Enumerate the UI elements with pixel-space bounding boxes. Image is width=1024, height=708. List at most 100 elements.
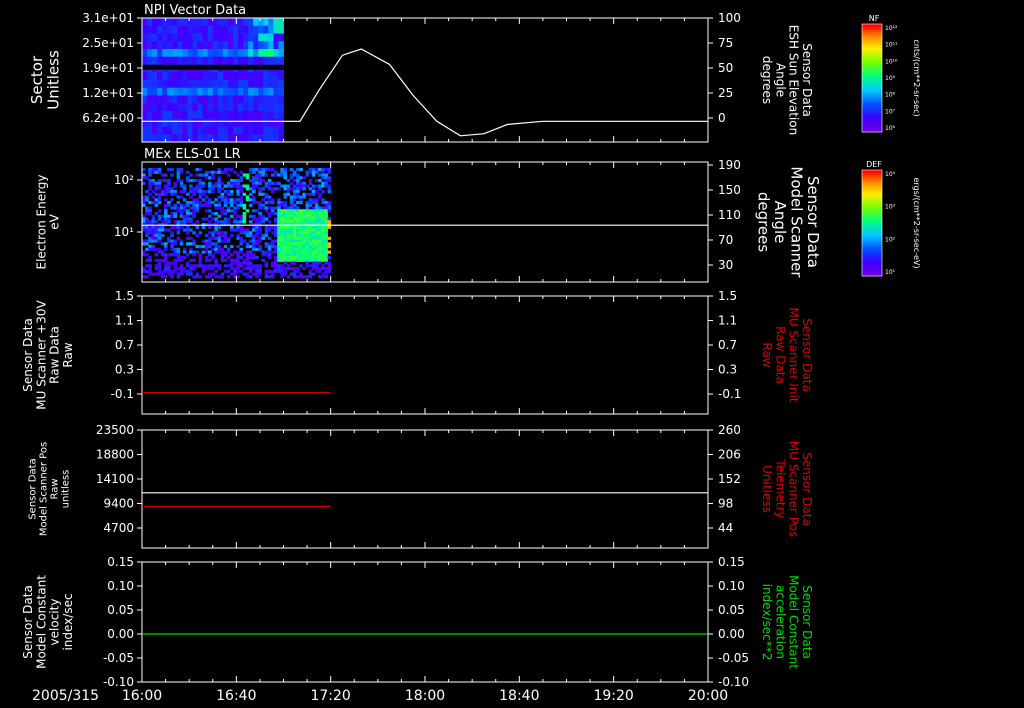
heatmap-cell	[274, 247, 278, 251]
heatmap-cell	[148, 245, 152, 249]
heatmap-cell	[157, 201, 162, 205]
heatmap-cell	[173, 212, 177, 216]
heatmap-cell	[252, 239, 256, 243]
heatmap-cell	[252, 242, 256, 246]
heatmap-cell	[239, 201, 244, 205]
left-tick-label: 10¹	[114, 225, 134, 239]
heatmap-cell	[308, 272, 313, 276]
heatmap-cell	[248, 256, 253, 260]
heatmap-cell	[212, 134, 219, 143]
heatmap-cell	[253, 56, 259, 65]
heatmap-cell	[154, 253, 159, 257]
heatmap-cell	[263, 25, 269, 34]
heatmap-cell	[192, 187, 196, 191]
heatmap-cell	[258, 190, 262, 194]
heatmap-cell	[222, 126, 229, 135]
heatmap-cell	[292, 195, 297, 199]
heatmap-cell	[182, 187, 187, 191]
heatmap-cell	[261, 258, 266, 262]
heatmap-cell	[195, 275, 199, 279]
heatmap-cell	[302, 228, 306, 232]
heatmap-cell	[142, 250, 146, 254]
heatmap-cell	[217, 201, 222, 205]
heatmap-cell	[289, 267, 294, 271]
heatmap-cell	[239, 264, 244, 268]
heatmap-cell	[157, 56, 163, 65]
heatmap-cell	[204, 256, 209, 260]
heatmap-cell	[299, 201, 303, 205]
heatmap-cell	[292, 253, 297, 257]
heatmap-cell	[286, 231, 291, 235]
heatmap-cell	[239, 236, 244, 240]
heatmap-cell	[277, 228, 281, 232]
heatmap-cell	[252, 168, 256, 172]
heatmap-cell	[286, 250, 291, 254]
heatmap-cell	[289, 239, 294, 243]
heatmap-cell	[305, 245, 310, 249]
colorbar-unit: ergs/(cm**2-sr-sec-eV)	[912, 177, 921, 268]
heatmap-cell	[227, 87, 234, 96]
heatmap-cell	[283, 203, 288, 207]
heatmap-cell	[286, 214, 291, 218]
heatmap-cell	[182, 269, 187, 273]
heatmap-cell	[324, 267, 328, 271]
heatmap-cell	[195, 179, 199, 183]
heatmap-cell	[172, 87, 178, 96]
heatmap-cell	[211, 272, 215, 276]
heatmap-cell	[311, 198, 316, 202]
heatmap-cell	[318, 234, 322, 238]
heatmap-cell	[308, 225, 313, 229]
heatmap-cell	[214, 198, 218, 202]
colorbar-tick-label: 10⁹	[885, 75, 896, 82]
panel-3: 1.51.10.70.3-0.11.51.10.70.3-0.1Sensor D…	[21, 289, 814, 415]
heatmap-cell	[170, 247, 174, 251]
heatmap-cell	[286, 217, 291, 221]
heatmap-cell	[207, 49, 214, 58]
heatmap-cell	[214, 236, 218, 240]
heatmap-cell	[280, 247, 284, 251]
heatmap-cell	[255, 269, 259, 273]
heatmap-cell	[299, 228, 303, 232]
heatmap-cell	[220, 220, 225, 224]
heatmap-cell	[217, 247, 222, 251]
heatmap-cell	[222, 49, 229, 58]
heatmap-cell	[227, 41, 234, 50]
heatmap-cell	[226, 192, 231, 196]
heatmap-cell	[263, 56, 269, 65]
heatmap-cell	[248, 245, 253, 249]
heatmap-cell	[164, 247, 168, 251]
heatmap-cell	[170, 214, 174, 218]
heatmap-cell	[243, 18, 249, 27]
heatmap-cell	[302, 245, 306, 249]
heatmap-cell	[217, 41, 224, 50]
heatmap-cell	[167, 236, 171, 240]
heatmap-cell	[220, 239, 225, 243]
left-tick-label: 6.2e+00	[82, 111, 134, 125]
heatmap-cell	[202, 56, 209, 65]
heatmap-cell	[197, 72, 204, 81]
heatmap-cell	[173, 253, 177, 257]
heatmap-cell	[305, 225, 310, 229]
heatmap-cell	[286, 275, 291, 279]
heatmap-cell	[299, 184, 303, 188]
heatmap-cell	[239, 187, 244, 191]
heatmap-cell	[318, 245, 322, 249]
heatmap-cell	[182, 118, 188, 127]
heatmap-cell	[314, 206, 319, 210]
heatmap-cell	[305, 264, 310, 268]
heatmap-cell	[280, 258, 284, 262]
heatmap-cell	[314, 250, 319, 254]
heatmap-cell	[239, 195, 244, 199]
heatmap-cell	[182, 228, 187, 232]
heatmap-cell	[154, 203, 159, 207]
heatmap-cell	[311, 253, 316, 257]
heatmap-cell	[148, 209, 152, 213]
heatmap-cell	[192, 33, 198, 42]
heatmap-cell	[227, 33, 234, 42]
heatmap-cell	[302, 181, 306, 185]
left-tick-label: 3.1e+01	[82, 11, 134, 25]
heatmap-cell	[318, 242, 322, 246]
heatmap-cell	[142, 168, 146, 172]
heatmap-cell	[299, 217, 303, 221]
heatmap-cell	[233, 267, 237, 271]
